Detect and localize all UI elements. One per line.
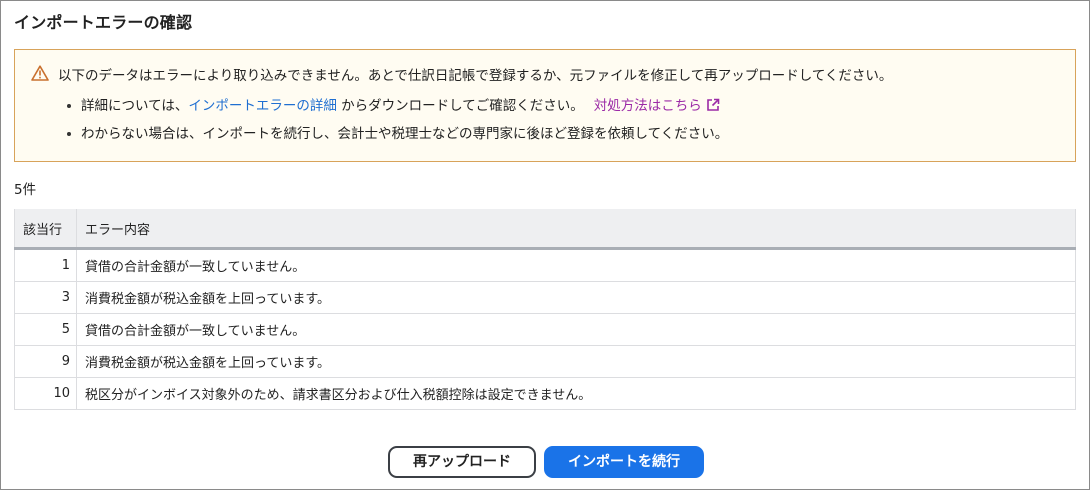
- row-number: 10: [14, 377, 77, 410]
- header-row-number: 該当行: [14, 209, 77, 250]
- error-message: 貸借の合計金額が一致していません。: [76, 248, 1076, 282]
- table-row: 10 税区分がインボイス対象外のため、請求書区分および仕入税額控除は設定できませ…: [14, 377, 1076, 410]
- error-count: 5件: [14, 182, 37, 198]
- alert-bullet-details: 詳細については、インポートエラーの詳細 からダウンロードしてご確認ください。 対処…: [65, 96, 728, 124]
- warning-triangle-icon: [31, 65, 49, 81]
- import-error-dialog: インポートエラーの確認 以下のデータはエラーにより取り込みできません。あとで仕訳…: [0, 0, 1090, 490]
- help-link[interactable]: 対処方法はこちら: [594, 98, 720, 114]
- details-prefix-text: 詳細については、: [81, 98, 189, 114]
- details-suffix-text: からダウンロードしてご確認ください。: [336, 98, 584, 114]
- alert-bullet-unknown: わからない場合は、インポートを続行し、会計士や税理士などの専門家に後ほど登録を依…: [65, 124, 728, 152]
- error-message: 消費税金額が税込金額を上回っています。: [76, 345, 1076, 378]
- row-number: 1: [14, 248, 77, 282]
- import-error-details-link[interactable]: インポートエラーの詳細: [188, 98, 337, 114]
- error-message: 税区分がインボイス対象外のため、請求書区分および仕入税額控除は設定できません。: [76, 377, 1076, 410]
- dialog-title: インポートエラーの確認: [14, 13, 193, 32]
- table-header-row: 該当行 エラー内容: [14, 209, 1076, 250]
- row-number: 5: [14, 313, 77, 346]
- header-error-message: エラー内容: [76, 209, 1076, 250]
- warning-alert: 以下のデータはエラーにより取り込みできません。あとで仕訳日記帳で登録するか、元フ…: [14, 49, 1076, 162]
- error-message: 消費税金額が税込金額を上回っています。: [76, 281, 1076, 314]
- table-row: 1 貸借の合計金額が一致していません。: [14, 248, 1076, 282]
- external-link-icon: [706, 98, 720, 118]
- dialog-actions: 再アップロード インポートを続行: [1, 446, 1090, 478]
- table-row: 5 貸借の合計金額が一致していません。: [14, 313, 1076, 346]
- alert-bullet-list: 詳細については、インポートエラーの詳細 からダウンロードしてご確認ください。 対処…: [65, 96, 728, 152]
- error-table: 該当行 エラー内容 1 貸借の合計金額が一致していません。 3 消費税金額が税込…: [14, 209, 1076, 410]
- row-number: 9: [14, 345, 77, 378]
- help-link-label: 対処方法はこちら: [593, 98, 702, 114]
- continue-import-button[interactable]: インポートを続行: [544, 446, 704, 478]
- reupload-button[interactable]: 再アップロード: [388, 446, 536, 478]
- alert-main-message: 以下のデータはエラーにより取り込みできません。あとで仕訳日記帳で登録するか、元フ…: [58, 68, 893, 84]
- error-message: 貸借の合計金額が一致していません。: [76, 313, 1076, 346]
- table-row: 3 消費税金額が税込金額を上回っています。: [14, 281, 1076, 314]
- row-number: 3: [14, 281, 77, 314]
- table-row: 9 消費税金額が税込金額を上回っています。: [14, 345, 1076, 378]
